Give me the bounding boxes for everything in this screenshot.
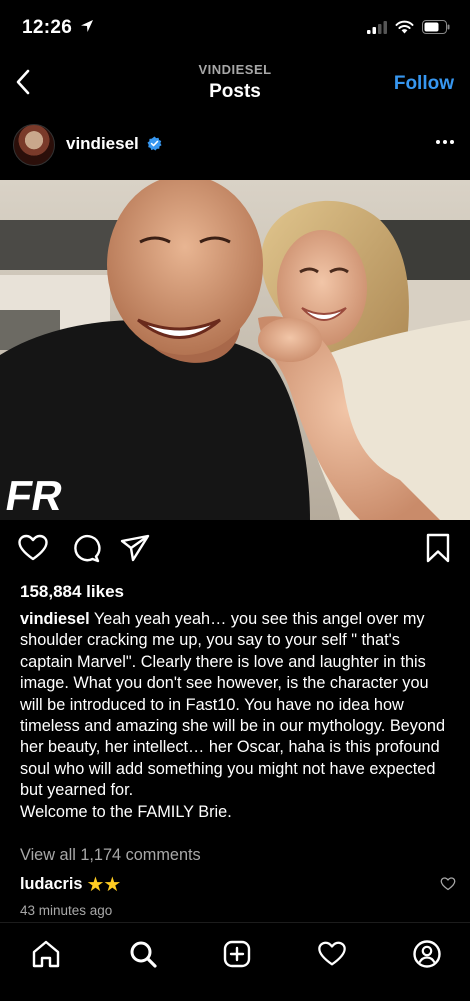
nav-bar: VINDIESEL Posts Follow xyxy=(0,56,470,114)
post-timestamp: 43 minutes ago xyxy=(20,903,113,918)
post-photo[interactable]: FR xyxy=(0,180,470,520)
view-all-comments-link[interactable]: View all 1,174 comments xyxy=(20,846,201,865)
comment-username[interactable]: ludacris xyxy=(20,875,82,894)
post-caption: vindiesel Yeah yeah yeah… you see this a… xyxy=(20,609,455,823)
profile-icon[interactable] xyxy=(412,939,442,969)
status-icons xyxy=(367,20,450,34)
create-icon[interactable] xyxy=(222,939,252,969)
post-username[interactable]: vindiesel xyxy=(66,134,139,154)
post-header: vindiesel xyxy=(0,118,470,174)
likes-count[interactable]: 158,884 likes xyxy=(20,582,124,602)
bookmark-icon[interactable] xyxy=(422,532,454,564)
status-time: 12:26 xyxy=(22,17,73,38)
avatar[interactable] xyxy=(13,124,55,166)
bottom-tab-bar xyxy=(0,922,470,1001)
post-actions xyxy=(0,532,470,572)
activity-heart-icon[interactable] xyxy=(317,939,347,969)
comment-icon[interactable] xyxy=(69,532,101,564)
location-arrow-icon xyxy=(81,20,93,32)
more-dots-icon[interactable] xyxy=(434,132,456,152)
share-icon[interactable] xyxy=(119,532,151,564)
signal-icon xyxy=(367,20,387,34)
comment-row: ludacris ★★ xyxy=(20,872,121,897)
post-photo-image: FR xyxy=(0,180,470,520)
verified-badge-icon xyxy=(147,136,162,151)
caption-username[interactable]: vindiesel xyxy=(20,610,90,628)
caption-text: Yeah yeah yeah… you see this angel over … xyxy=(20,610,446,821)
status-bar: 12:26 xyxy=(0,0,470,56)
home-icon[interactable] xyxy=(31,939,61,969)
shirt-print: FR xyxy=(2,472,66,519)
comment-like-icon[interactable] xyxy=(440,876,456,892)
heart-icon[interactable] xyxy=(17,532,49,564)
follow-button[interactable]: Follow xyxy=(394,73,454,95)
comment-text: ★★ xyxy=(86,874,121,896)
search-icon[interactable] xyxy=(128,939,158,969)
wifi-icon xyxy=(395,20,414,34)
battery-icon xyxy=(422,20,450,34)
